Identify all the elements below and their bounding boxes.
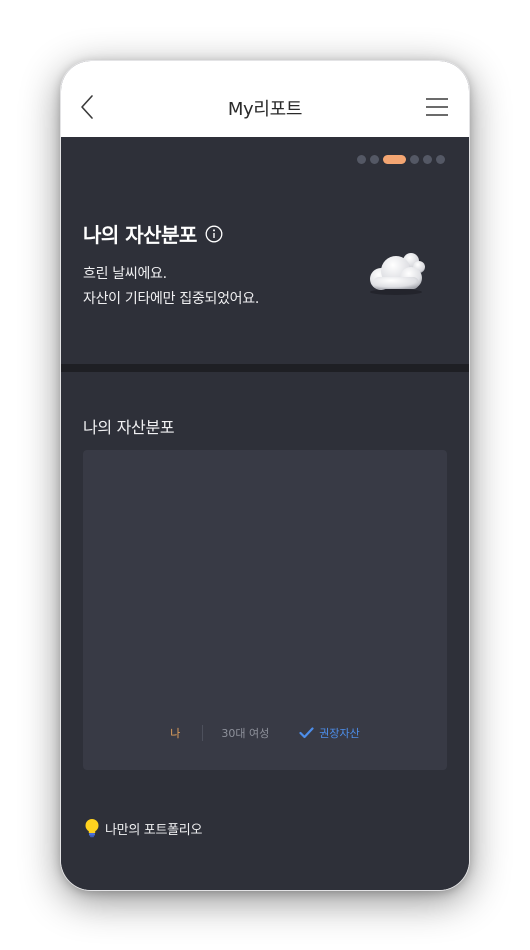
weather-description: 자산이 기타에만 집중되었어요. [83,291,259,307]
page-indicator [357,155,445,164]
page-dot-4[interactable] [410,155,419,164]
page-dot-6[interactable] [436,155,445,164]
asset-distribution-title: 나의 자산분포 [83,223,197,247]
my-portfolio-link[interactable]: 나만의 포트폴리오 [83,818,202,838]
weather-text: 흐린 날씨에요. [83,266,167,282]
lightbulb-icon [85,819,99,838]
phone-frame: My리포트 나의 자산분포 흐린 날씨에요. 자산이 기타에만 집중되었어요. [61,61,469,890]
asset-distribution-heading: 나의 자산분포 [83,219,223,248]
legend-recommended[interactable]: 권장자산 [299,725,360,741]
chart-legend: 나 30대 여성 권장자산 [83,725,447,741]
page-dot-2[interactable] [370,155,379,164]
section-divider [61,364,469,372]
page-dot-3-active[interactable] [383,155,406,164]
legend-peer-group[interactable]: 30대 여성 [221,725,269,741]
app-header: My리포트 [61,61,469,137]
page-title: My리포트 [227,99,303,120]
menu-button[interactable] [425,97,449,117]
page-dot-1[interactable] [357,155,366,164]
page-dot-5[interactable] [423,155,432,164]
legend-me[interactable]: 나 [170,725,180,741]
hamburger-menu-icon [426,98,448,116]
info-circle-icon[interactable] [205,225,223,243]
distribution-chart-card: 나 30대 여성 권장자산 [83,450,447,770]
legend-divider [202,725,204,741]
cloud-icon [370,253,425,295]
my-portfolio-label: 나만의 포트폴리오 [105,822,203,838]
checkmark-icon [299,727,314,739]
distribution-chart-title: 나의 자산분포 [83,418,175,437]
legend-recommended-label: 권장자산 [319,727,360,740]
